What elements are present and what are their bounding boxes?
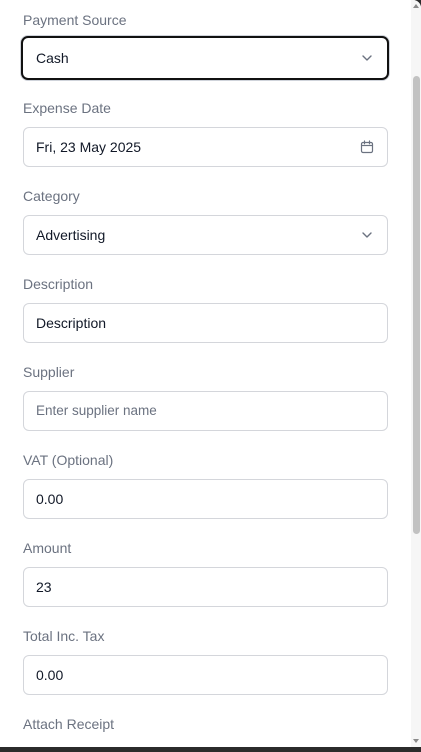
total-inc-tax-input[interactable]: 0.00 (23, 655, 388, 695)
supplier-label: Supplier (23, 364, 75, 380)
payment-source-select[interactable]: Cash (21, 36, 389, 80)
amount-value: 23 (36, 579, 52, 595)
supplier-placeholder: Enter supplier name (36, 403, 157, 418)
expense-date-label: Expense Date (23, 100, 111, 116)
chevron-down-icon (362, 55, 372, 61)
total-inc-tax-label: Total Inc. Tax (23, 628, 105, 644)
scroll-up-arrow-icon[interactable] (413, 4, 419, 8)
expense-date-value: Fri, 23 May 2025 (36, 139, 142, 155)
category-select[interactable]: Advertising (23, 215, 388, 255)
expense-form-panel: Payment Source Cash Expense Date Fri, 23… (0, 0, 421, 747)
amount-input[interactable]: 23 (23, 567, 388, 607)
description-label: Description (23, 276, 94, 292)
category-label: Category (23, 188, 80, 204)
attach-receipt-label: Attach Receipt (23, 716, 115, 732)
description-value: Description (36, 315, 107, 331)
calendar-icon[interactable] (360, 140, 374, 154)
vat-input[interactable]: 0.00 (23, 479, 388, 519)
description-input[interactable]: Description (23, 303, 388, 343)
supplier-input[interactable]: Enter supplier name (23, 391, 388, 431)
payment-source-label: Payment Source (23, 12, 127, 28)
scroll-down-arrow-icon[interactable] (413, 739, 419, 743)
category-value: Advertising (36, 227, 106, 243)
scrollbar-thumb[interactable] (413, 76, 420, 534)
chevron-down-icon (362, 232, 372, 238)
payment-source-value: Cash (36, 50, 69, 66)
amount-label: Amount (23, 540, 72, 556)
total-inc-tax-value: 0.00 (36, 667, 64, 683)
vertical-scrollbar[interactable] (411, 0, 421, 747)
vat-label: VAT (Optional) (23, 452, 114, 468)
vat-value: 0.00 (36, 491, 64, 507)
expense-date-picker[interactable]: Fri, 23 May 2025 (23, 127, 388, 167)
